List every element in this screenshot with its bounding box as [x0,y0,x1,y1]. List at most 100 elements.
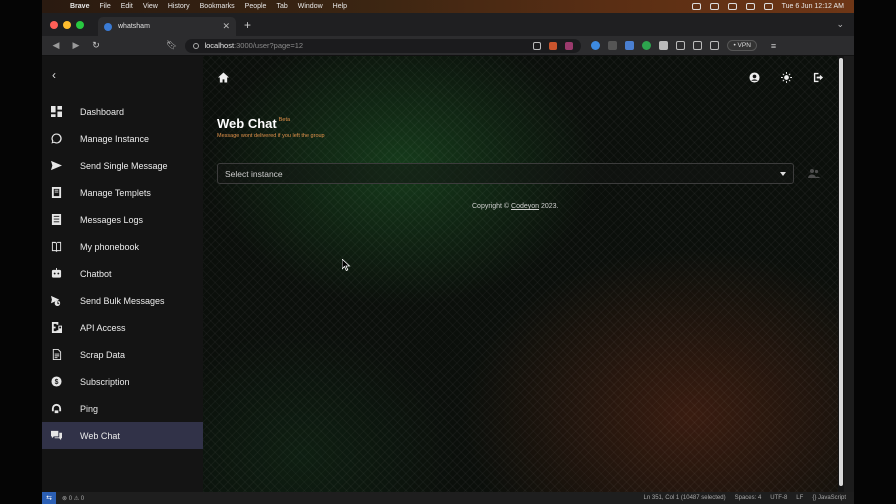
tab-title: whatsham [118,23,150,30]
vpn-button[interactable]: • VPN [727,40,757,51]
sidebar-item-messages-logs[interactable]: Messages Logs [42,206,203,233]
browser-tab[interactable]: whatsham ✕ [98,17,236,36]
wallet-icon[interactable] [710,41,720,50]
ping-icon [51,403,62,414]
browser-tabstrip: whatsham ✕ + ⌄ [42,13,854,36]
menubar-app-name[interactable]: Brave [70,3,89,10]
window-controls [50,20,84,29]
wifi-icon[interactable] [745,3,755,10]
footer-copyright: Copyright © Codeyon 2023. [472,203,559,210]
menu-tab[interactable]: Tab [276,3,287,10]
close-window-button[interactable] [50,20,58,29]
book-icon [51,241,62,252]
menu-help[interactable]: Help [333,3,347,10]
line-endings[interactable]: LF [796,495,803,501]
brave-shields-icon[interactable] [549,41,558,50]
sidebar-item-chatbot[interactable]: Chatbot [42,260,203,287]
brave-rewards-icon[interactable] [565,41,574,50]
remote-indicator-icon[interactable]: ⇆ [42,492,56,504]
bulk-send-icon [51,295,62,306]
sidebar-item-label: Subscription [80,376,130,387]
spotlight-icon[interactable] [763,3,773,10]
puzzle-icon[interactable] [659,41,669,50]
hamburger-menu-icon[interactable]: ≡ [771,41,776,51]
instance-select[interactable]: Select instance [217,163,794,184]
menu-view[interactable]: View [143,3,158,10]
bluetooth-icon[interactable] [709,3,719,10]
indentation[interactable]: Spaces: 4 [735,495,762,501]
profile-icon[interactable] [749,70,760,88]
problems-indicator[interactable]: ⊗ 0 ⚠ 0 [62,495,84,502]
status-icon[interactable] [691,3,701,10]
copyright-prefix: Copyright © [472,203,512,210]
forward-icon[interactable]: ▶ [70,40,82,51]
mouse-cursor-icon [342,259,351,271]
sidebar-item-label: Messages Logs [80,214,144,225]
url-bar[interactable]: localhost :3000/user?page=12 [185,38,582,53]
sidebar-item-subscription[interactable]: $ Subscription [42,368,203,395]
encoding[interactable]: UTF-8 [770,495,787,501]
url-path: :3000/user?page=12 [234,41,304,50]
sidebar-item-send-bulk-messages[interactable]: Send Bulk Messages [42,287,203,314]
reload-icon[interactable]: ↻ [90,40,102,51]
browser-toolbar: ◀ ▶ ↻ 🔖︎ localhost :3000/user?page=12 • … [42,36,854,56]
menu-people[interactable]: People [245,3,267,10]
sidebar-toggle-icon[interactable] [693,41,703,50]
cursor-position[interactable]: Ln 351, Col 1 (10487 selected) [644,495,726,501]
page-subtitle: Message wont delivered if you left the g… [217,133,325,139]
codeyon-link[interactable]: Codeyon [511,203,539,210]
extension-icon[interactable] [642,41,652,50]
sidebar-item-scrap-data[interactable]: Scrap Data [42,341,203,368]
extension-icon[interactable] [608,41,618,50]
user-group-icon[interactable] [808,166,820,184]
sidebar-item-label: API Access [80,322,126,333]
sidebar-nav: Dashboard Manage Instance Send Single Me… [42,98,203,449]
menu-file[interactable]: File [99,3,110,10]
editor-status-bar: ⇆ ⊗ 0 ⚠ 0 Ln 351, Col 1 (10487 selected)… [42,492,854,504]
new-tab-icon[interactable]: + [244,18,251,32]
collapse-sidebar-icon[interactable]: ‹ [52,68,56,82]
menu-history[interactable]: History [168,3,190,10]
sidebar: ‹ Dashboard Manage Instance Send Single … [42,56,203,492]
menu-window[interactable]: Window [298,3,323,10]
sidebar-item-manage-templets[interactable]: Manage Templets [42,179,203,206]
sidebar-item-ping[interactable]: Ping [42,395,203,422]
sidebar-item-api-access[interactable]: API Access [42,314,203,341]
send-icon [51,160,62,171]
sidebar-item-label: Manage Instance [80,133,150,144]
close-tab-icon[interactable]: ✕ [222,21,230,32]
robot-icon [51,268,62,279]
bookmark-icon[interactable]: 🔖︎ [166,40,177,51]
sidebar-item-my-phonebook[interactable]: My phonebook [42,233,203,260]
theme-toggle-sun-icon[interactable] [781,70,792,88]
minimize-window-button[interactable] [63,20,71,29]
menubar-clock[interactable]: Tue 6 Jun 12:12 AM [782,3,844,10]
logout-icon[interactable] [813,70,824,88]
share-icon[interactable] [533,41,542,50]
home-icon[interactable] [218,70,229,88]
svg-text:$: $ [55,379,59,386]
menu-edit[interactable]: Edit [121,3,133,10]
favicon-icon [104,22,112,31]
sidebar-item-web-chat[interactable]: Web Chat [42,422,203,449]
web-page: ‹ Dashboard Manage Instance Send Single … [42,56,838,492]
sidebar-item-dashboard[interactable]: Dashboard [42,98,203,125]
download-icon[interactable] [676,41,686,50]
list-icon [51,214,62,225]
tab-list-chevron-icon[interactable]: ⌄ [836,19,844,30]
extension-icon[interactable] [591,41,601,50]
url-host: localhost [204,41,235,50]
maximize-window-button[interactable] [76,20,84,29]
sidebar-item-label: Send Single Message [80,160,168,171]
sidebar-item-label: Web Chat [80,430,120,441]
sidebar-item-label: Scrap Data [80,349,126,360]
scrollbar-thumb[interactable] [839,58,843,486]
language-mode[interactable]: {} JavaScript [812,495,846,501]
site-info-icon[interactable] [193,42,200,49]
sidebar-item-send-single-message[interactable]: Send Single Message [42,152,203,179]
sidebar-item-manage-instance[interactable]: Manage Instance [42,125,203,152]
battery-icon[interactable] [727,3,737,10]
back-icon[interactable]: ◀ [50,40,62,51]
menu-bookmarks[interactable]: Bookmarks [200,3,235,10]
extension-icon[interactable] [625,41,635,50]
